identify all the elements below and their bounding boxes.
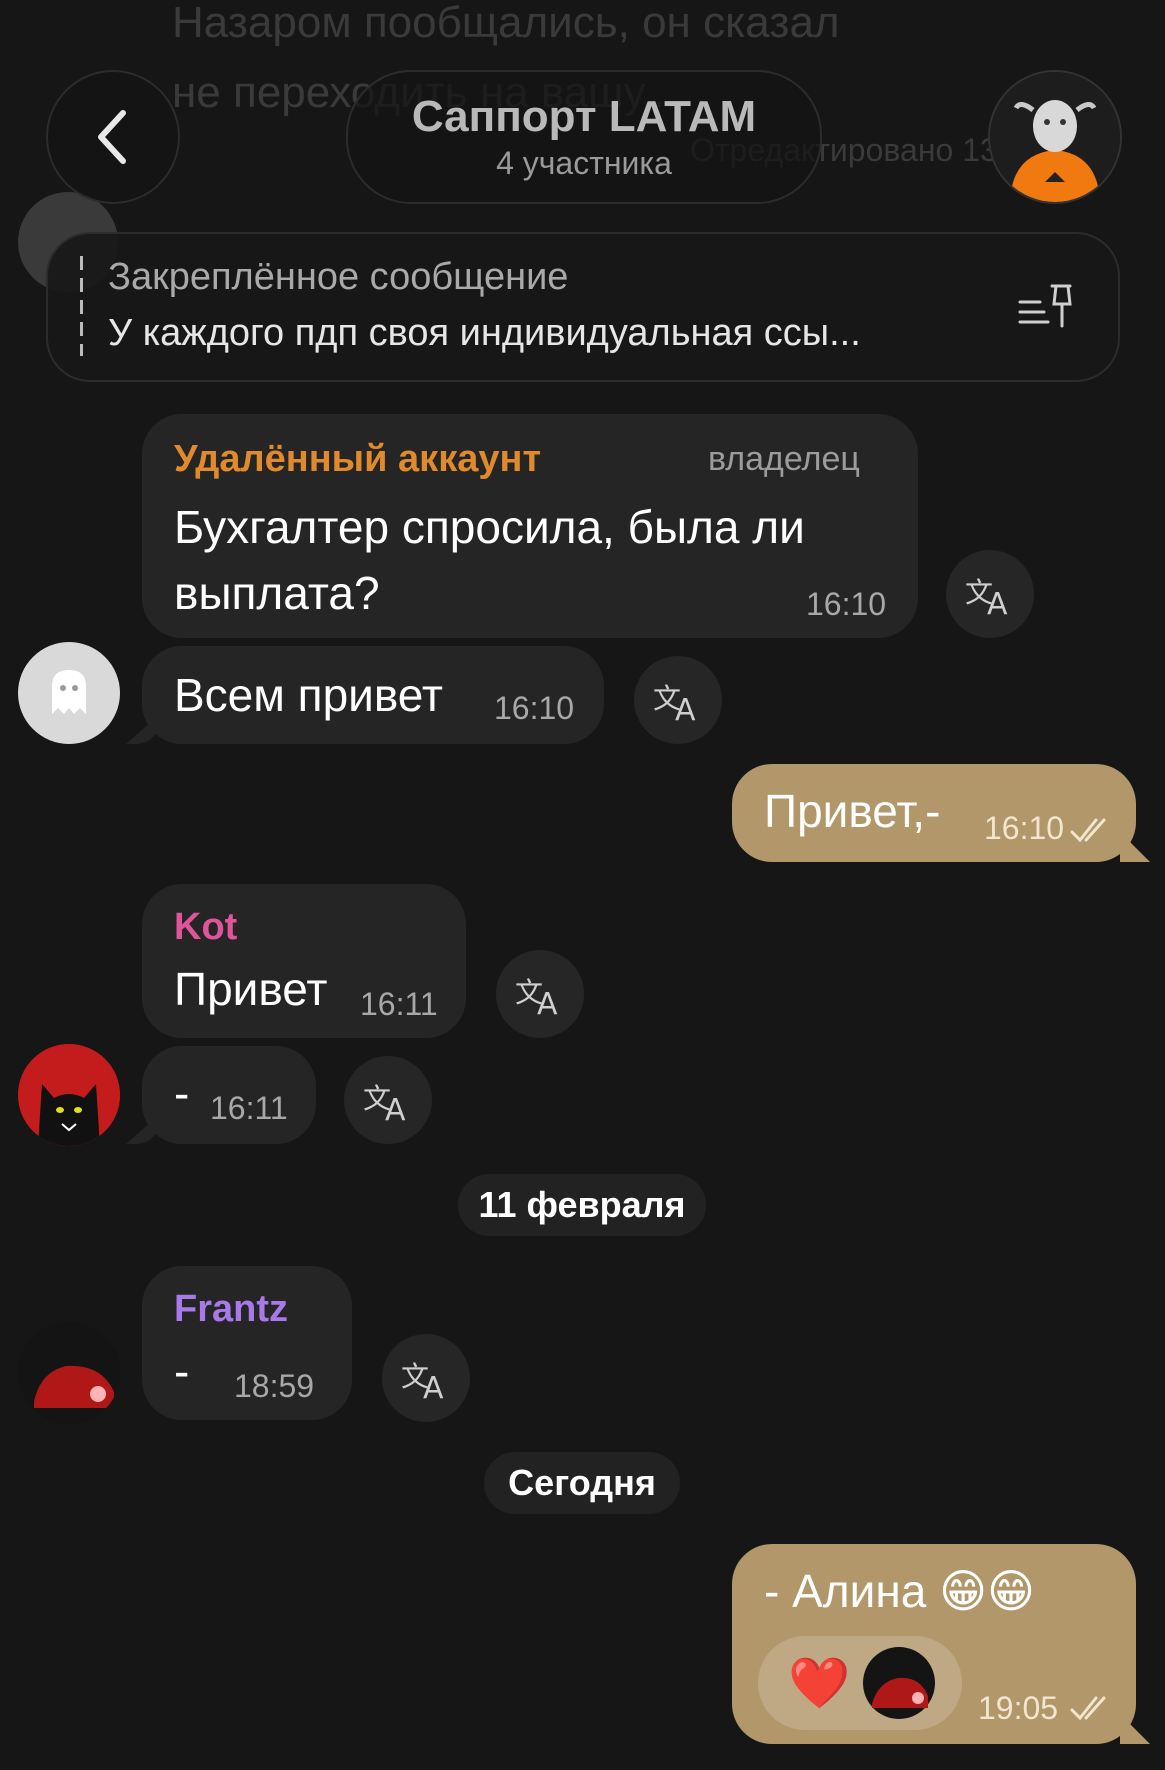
ghost-avatar[interactable] <box>18 642 120 744</box>
message-time: 16:10 <box>806 586 887 622</box>
message-text: - <box>174 1345 190 1397</box>
pinned-list-icon[interactable] <box>1014 280 1080 336</box>
translate-button[interactable]: 文A <box>496 950 584 1038</box>
back-button[interactable] <box>46 70 180 204</box>
translate-icon: 文A <box>965 576 1008 616</box>
svg-text:A: A <box>423 1371 444 1400</box>
message-time: 16:11 <box>360 986 438 1022</box>
message-time: 16:10 <box>984 810 1065 846</box>
message-bubble[interactable]: Frantz - 18:59 <box>142 1266 352 1420</box>
message-text: - Алина 😁😁 <box>764 1565 1035 1617</box>
chat-avatar[interactable] <box>988 70 1122 204</box>
cat-avatar[interactable] <box>18 1044 120 1146</box>
message-bubble[interactable]: Всем привет 16:10 <box>142 646 604 744</box>
ghost-icon <box>52 670 86 714</box>
sender-name: Frantz <box>174 1288 288 1330</box>
red-car-image <box>18 1322 120 1424</box>
message-time: 18:59 <box>234 1368 315 1404</box>
outgoing-tail <box>1120 832 1150 862</box>
chat-title: Саппорт LATAM <box>411 92 757 141</box>
pinned-text: У каждого пдп своя индивидуальная ссы... <box>108 312 861 354</box>
chat-title-pill[interactable]: Саппорт LATAM 4 участника <box>346 70 822 204</box>
message-time: 16:11 <box>210 1090 288 1126</box>
translate-icon: 文A <box>515 976 558 1016</box>
translate-button[interactable]: 文A <box>382 1334 470 1422</box>
svg-text:A: A <box>675 693 696 722</box>
date-separator: Сегодня <box>484 1452 680 1514</box>
translate-icon: 文A <box>401 1360 444 1400</box>
bull-avatar-image <box>990 72 1120 202</box>
chat-subtitle: 4 участника <box>496 145 672 181</box>
translate-icon: 文A <box>653 682 696 722</box>
message-text: Привет <box>174 963 328 1015</box>
sender-name: Удалённый аккаунт <box>174 438 542 480</box>
message-time: 16:10 <box>494 690 575 726</box>
message-bubble[interactable]: Удалённый аккаунт владелец Бухгалтер спр… <box>142 414 918 638</box>
message-bubble[interactable]: Kot Привет 16:11 <box>142 884 466 1038</box>
pinned-message-bar[interactable]: Закреплённое сообщение У каждого пдп сво… <box>46 232 1120 382</box>
frantz-avatar[interactable] <box>18 1322 120 1424</box>
member-role: владелец <box>708 440 860 478</box>
read-checkmarks-icon <box>1070 1696 1106 1721</box>
background-message-line1: Назаром пообщались, он сказал <box>172 0 840 47</box>
chevron-left-icon <box>98 110 126 164</box>
message-text: выплата? <box>174 567 380 619</box>
date-separator: 11 февраля <box>458 1174 706 1236</box>
translate-button[interactable]: 文A <box>946 550 1034 638</box>
translate-button[interactable]: 文A <box>344 1056 432 1144</box>
reaction-pill[interactable]: ❤️ <box>758 1636 962 1730</box>
reactor-avatar <box>863 1647 935 1719</box>
pinned-title: Закреплённое сообщение <box>108 256 569 298</box>
svg-text:A: A <box>987 587 1008 616</box>
read-checkmarks-icon <box>1070 818 1106 843</box>
outgoing-tail <box>1120 1714 1150 1744</box>
pinned-indicator <box>80 256 83 356</box>
message-bubble[interactable]: - 16:11 <box>142 1046 316 1144</box>
message-text: - <box>174 1067 190 1119</box>
translate-icon: 文A <box>363 1082 406 1122</box>
message-text: Всем привет <box>174 669 443 721</box>
svg-text:A: A <box>385 1093 406 1122</box>
translate-button[interactable]: 文A <box>634 656 722 744</box>
heart-reaction: ❤️ <box>788 1655 851 1711</box>
sender-name: Kot <box>174 906 238 948</box>
outgoing-message-bubble[interactable]: Привет,- 16:10 <box>732 764 1136 862</box>
message-time: 19:05 <box>978 1690 1059 1726</box>
message-text: Бухгалтер спросила, была ли <box>174 501 805 553</box>
svg-text:A: A <box>537 987 558 1016</box>
black-cat-image <box>18 1044 120 1146</box>
message-text: Привет,- <box>764 785 941 837</box>
